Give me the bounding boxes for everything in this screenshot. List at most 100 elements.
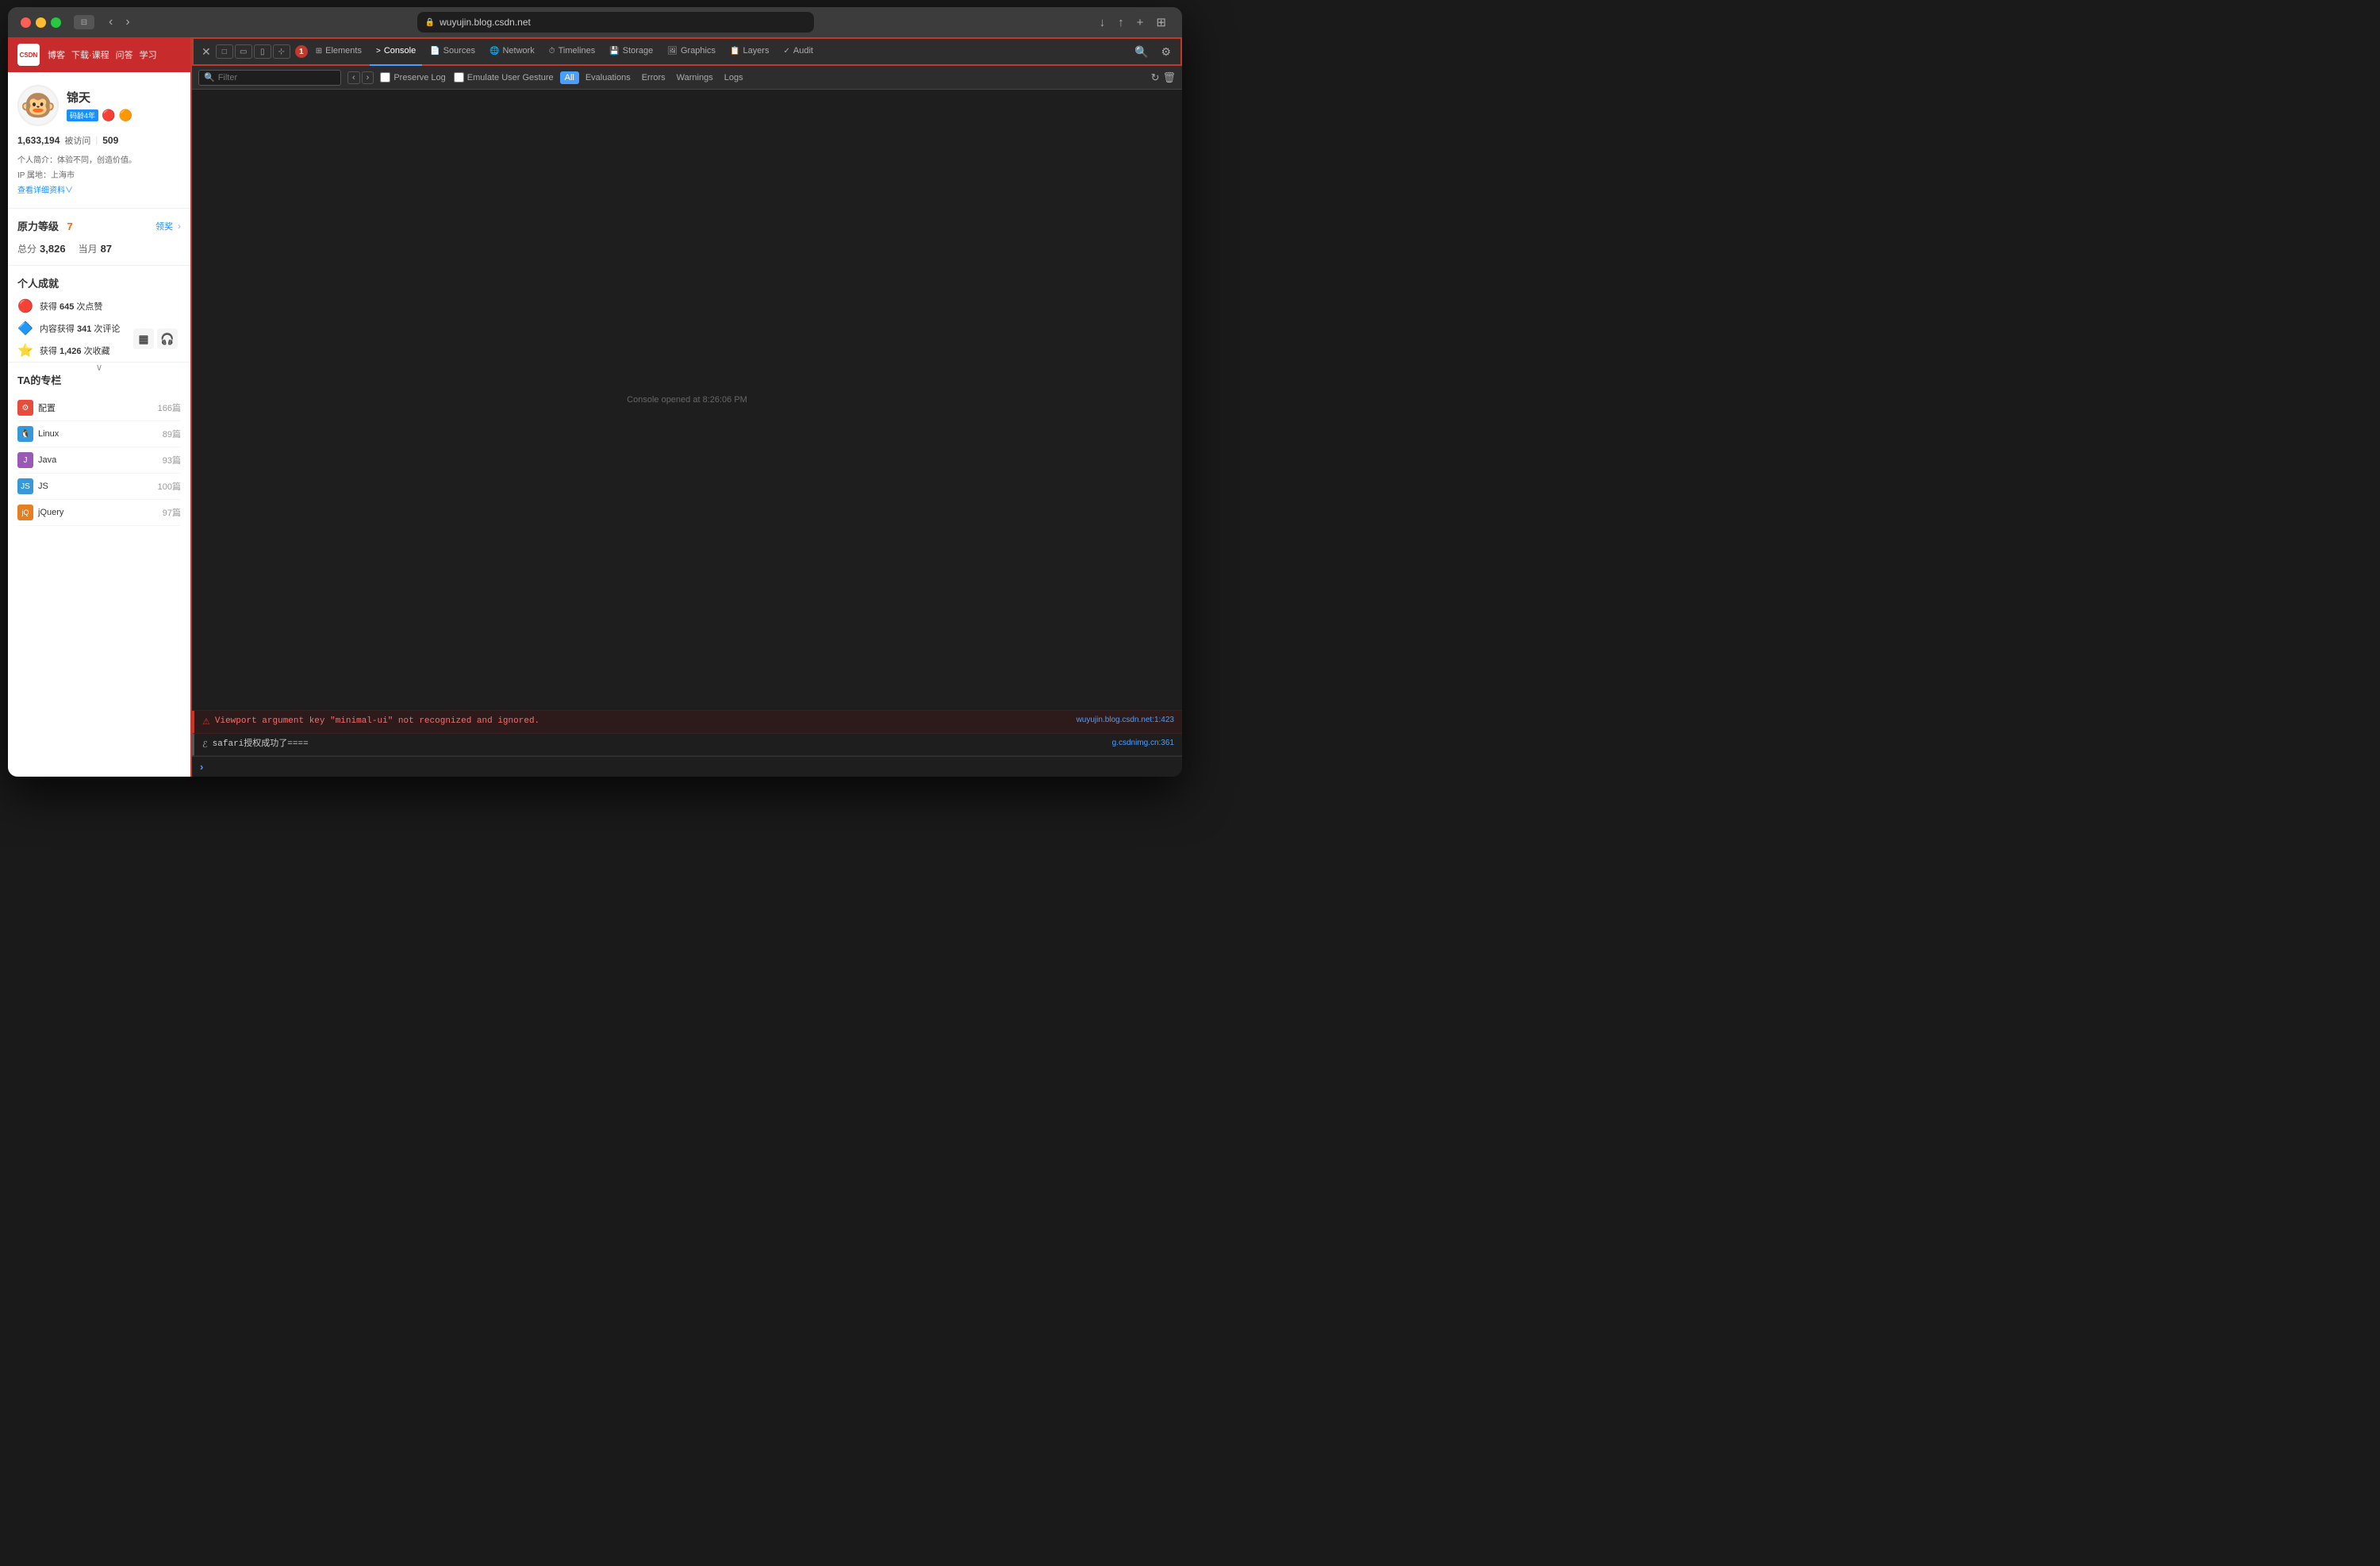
addressbar[interactable]: 🔒 wuyujin.blog.csdn.net [417,12,814,33]
col-item-js[interactable]: JS JS 100篇 [17,474,181,500]
sidebar-toggle-button[interactable]: ⊟ [74,15,94,29]
monthly-score-val: 87 [101,243,112,255]
col-count-java: 93篇 [163,454,181,466]
lock-icon: 🔒 [425,18,435,27]
csdn-logo-img: CSDN [17,44,40,66]
error-msg-source[interactable]: wuyujin.blog.csdn.net:1:423 [1077,716,1174,724]
tab-sources[interactable]: 📄 Sources [424,37,482,66]
preserve-log-input[interactable] [380,72,390,83]
col-count-js: 100篇 [158,480,181,493]
dock-left-button[interactable]: □ [216,44,233,59]
qr-button[interactable]: ▦ [133,328,154,349]
col-item-jquery[interactable]: jQ jQuery 97篇 [17,500,181,526]
col-count-jquery: 97篇 [163,506,181,519]
csdn-logo: CSDN [17,44,40,66]
emulate-gesture-label: Emulate User Gesture [467,73,554,83]
headset-button[interactable]: 🎧 [157,328,178,349]
level-action[interactable]: 领奖 [155,220,173,232]
nav-download[interactable]: 下载·课程 [71,48,109,61]
filter-errors-button[interactable]: Errors [637,71,670,84]
nav-qa[interactable]: 问答 [116,48,133,61]
log-msg-source[interactable]: g.csdnimg.cn:361 [1112,739,1174,747]
filter-logs-button[interactable]: Logs [720,71,748,84]
profile-location: IP 属地：上海市 [17,168,181,180]
console-input[interactable] [208,762,1174,772]
graphics-tab-icon: 🖼 [667,47,678,56]
error-icon: ⚠ [202,716,210,727]
tab-network[interactable]: 🌐 Network [483,37,541,66]
comments-text: 内容获得 341 次评论 [40,322,120,335]
col-name-config: 配置 [38,401,56,414]
profile-header: 🐵 锦天 码龄4年 🔴 🟠 [17,85,181,126]
col-item-config[interactable]: ⚙ 配置 166篇 [17,395,181,421]
minimize-button[interactable] [36,17,46,28]
console-reload-button[interactable]: ↻ [1151,71,1160,84]
tab-layers[interactable]: 📋 Layers [724,37,775,66]
filter-checkbox-group: Preserve Log Emulate User Gesture [380,72,553,83]
log-icon: ℰ [202,739,208,750]
console-main-area: Console opened at 8:26:06 PM [192,90,1182,710]
undock-button[interactable]: ⊹ [273,44,290,59]
download-button[interactable]: ↓ [1096,14,1109,31]
col-icon-config-symbol: ⚙ [22,404,29,413]
devtools-search-button[interactable]: 🔍 [1130,44,1153,60]
forward-button[interactable]: › [121,13,134,31]
emulate-gesture-checkbox[interactable]: Emulate User Gesture [454,72,554,83]
devtools-toolbar-right: 🔍 ⚙ [1130,44,1176,60]
monthly-label: 当月 [79,242,98,255]
col-item-java[interactable]: J Java 93篇 [17,447,181,474]
maximize-button[interactable] [51,17,61,28]
preserve-log-checkbox[interactable]: Preserve Log [380,72,445,83]
emulate-gesture-input[interactable] [454,72,464,83]
achievement-likes: 🔴 获得 645 次点赞 [17,298,181,314]
new-tab-button[interactable]: + [1134,14,1147,31]
col-icon-linux-symbol: 🐧 [21,430,30,439]
tab-storage[interactable]: 💾 Storage [603,37,659,66]
level-title: 原力等级 [17,221,59,232]
profile-badges: 码龄4年 🔴 🟠 [67,109,132,122]
nav-learn[interactable]: 学习 [140,48,157,61]
back-button[interactable]: ‹ [104,13,117,31]
console-tab-label: Console [384,46,416,56]
filter-evaluations-button[interactable]: Evaluations [581,71,635,84]
col-left-config: ⚙ 配置 [17,400,56,416]
url-text: wuyujin.blog.csdn.net [440,17,531,28]
columns-title: TA的专栏 [17,372,61,387]
filter-right-buttons: ↻ 🗑 [1151,71,1176,84]
col-icon-jquery: jQ [17,505,33,520]
console-clear-button[interactable]: 🗑 [1162,71,1176,84]
grid-button[interactable]: ⊞ [1153,13,1169,31]
filter-search-input[interactable] [218,73,336,83]
col-name-linux: Linux [38,429,59,439]
tab-elements[interactable]: ⊞ Elements [309,37,368,66]
tab-console[interactable]: > Console [370,37,422,66]
dock-right-button[interactable]: ▯ [254,44,271,59]
filter-all-button[interactable]: All [560,71,579,84]
audit-tab-label: Audit [793,46,813,56]
console-opened-message: Console opened at 8:26:06 PM [627,395,747,405]
dock-bottom-button[interactable]: ▭ [235,44,252,59]
filter-warnings-button[interactable]: Warnings [672,71,718,84]
log-msg-text: safari授权成功了==== [213,739,309,750]
total-score-label: 总分 [17,242,36,255]
share-button[interactable]: ↑ [1115,14,1127,31]
tab-timelines[interactable]: ⏱ Timelines [543,37,601,66]
website-sidebar: CSDN 博客 下载·课程 问答 学习 🐵 锦天 [8,37,190,777]
avatar: 🐵 [17,85,59,126]
main-content: CSDN 博客 下载·课程 问答 学习 🐵 锦天 [8,37,1182,777]
filter-prev-button[interactable]: ‹ [347,71,360,84]
profile-name: 锦天 [67,89,132,106]
filter-next-button[interactable]: › [362,71,374,84]
layers-tab-icon: 📋 [730,47,739,56]
likes-text: 获得 645 次点赞 [40,300,102,313]
close-button[interactable] [21,17,31,28]
nav-blog[interactable]: 博客 [48,48,65,61]
devtools-settings-button[interactable]: ⚙ [1156,44,1176,60]
tab-audit[interactable]: ✓ Audit [777,37,819,66]
col-item-linux[interactable]: 🐧 Linux 89篇 [17,421,181,447]
profile-detail-link[interactable]: 查看详细资料∨ [17,183,181,195]
col-left-java: J Java [17,452,56,468]
tab-graphics[interactable]: 🖼 Graphics [661,37,722,66]
network-tab-label: Network [502,46,534,56]
devtools-close-button[interactable]: ✕ [198,44,214,60]
